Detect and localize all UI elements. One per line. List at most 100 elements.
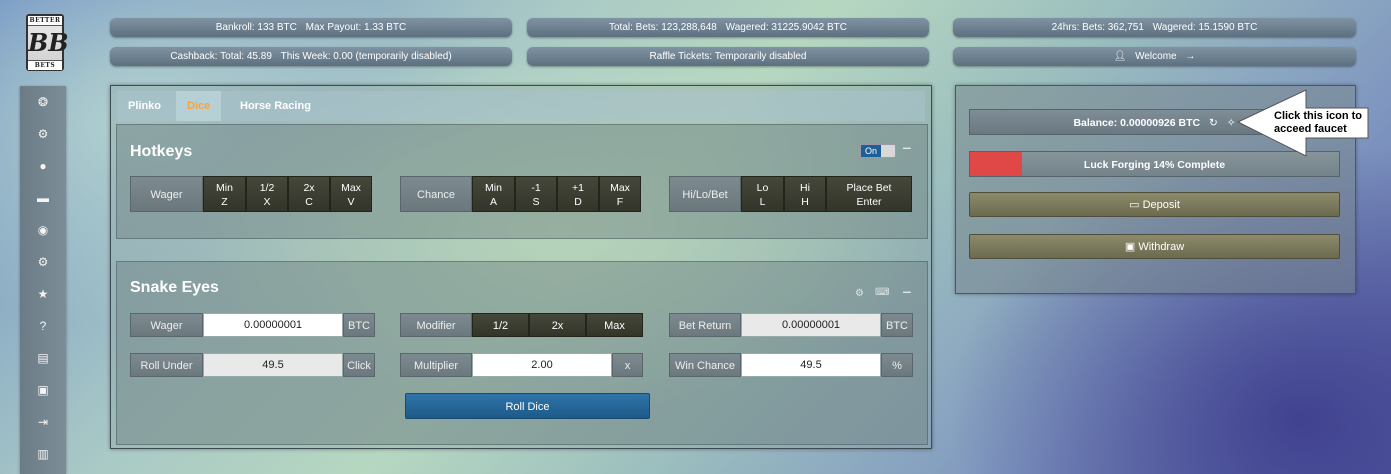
total-stats: Total: Bets: 123,288,648 Wagered: 31225.… [527, 18, 929, 37]
toggle-on-label: On [861, 145, 881, 157]
hotkey-lo[interactable]: Lo L [741, 176, 784, 212]
site-logo[interactable]: BETTER BB BETS [26, 14, 69, 71]
help-icon[interactable]: ? [20, 316, 66, 336]
welcome-label: Welcome [1135, 51, 1177, 62]
cashback-stat: Cashback: Total: 45.89 This Week: 0.00 (… [110, 47, 512, 66]
hotkey-action: 1/2 [259, 182, 275, 194]
ticket-icon[interactable]: ▣ [20, 380, 66, 400]
hotkey-key: C [305, 196, 313, 208]
keyboard-icon[interactable]: ⌨ [875, 287, 889, 298]
user-icon[interactable]: ● [20, 156, 66, 176]
bet-return-input [741, 313, 881, 337]
daily-bets-value: 24hrs: Bets: 362,751 [1051, 22, 1144, 33]
credit-card-icon: ▭ [1129, 199, 1140, 211]
welcome-bar[interactable]: 👤︎ Welcome → [953, 47, 1356, 66]
hotkey-key: V [347, 196, 355, 208]
deposit-button[interactable]: ▭ Deposit [969, 192, 1340, 217]
refresh-icon[interactable]: ↻ [1209, 117, 1218, 129]
user-icon: 👤︎ [1113, 51, 1127, 62]
hotkey-key: L [759, 196, 766, 208]
hotkeys-section: Hotkeys On ‒ Wager Min Z 1/2 X 2x C Max V Ch… [116, 124, 928, 239]
hotkey-action: Hi [800, 182, 810, 194]
hotkeys-toggle[interactable]: On [860, 144, 896, 158]
hotkey-key: S [532, 196, 540, 208]
withdraw-button[interactable]: ▣ Withdraw [969, 234, 1340, 259]
collapse-hotkeys-icon[interactable]: ‒ [903, 139, 911, 155]
games-icon[interactable]: ❂ [20, 92, 66, 112]
hotkey-action: Min [216, 182, 233, 194]
multiplier-input[interactable] [472, 353, 612, 377]
deposit-label: Deposit [1142, 199, 1180, 211]
roll-dice-button[interactable]: Roll Dice [405, 393, 650, 419]
news-icon[interactable]: ▤ [20, 348, 66, 368]
faucet-wand-icon[interactable]: ✧ [1227, 117, 1236, 129]
wager-unit: BTC [343, 313, 375, 337]
hotkey-chance-min[interactable]: Min A [472, 176, 515, 212]
hotkey-key: Z [221, 196, 228, 208]
wager-label: Wager [130, 313, 203, 337]
hotkey-wager-min[interactable]: Min Z [203, 176, 246, 212]
roll-under-input[interactable] [203, 353, 343, 377]
logo-top-text: BETTER [28, 16, 62, 26]
hilo-hotkey-label: Hi/Lo/Bet [669, 176, 741, 212]
settings-cogs-icon[interactable]: ⚙ [855, 288, 864, 299]
hotkey-wager-half[interactable]: 1/2 X [246, 176, 288, 212]
hotkey-action: -1 [531, 182, 541, 194]
gear-icon[interactable]: ⚙ [20, 252, 66, 272]
multiplier-suffix: x [612, 353, 643, 377]
daily-wagered-value: Wagered: 15.1590 BTC [1152, 22, 1258, 33]
chat-icon[interactable]: ▬ [20, 188, 66, 208]
win-chance-label: Win Chance [669, 353, 741, 377]
hotkey-chance-minus[interactable]: -1 S [515, 176, 557, 212]
tab-horse-racing[interactable]: Horse Racing [229, 91, 322, 121]
balance-value: Balance: 0.00000926 BTC [1073, 117, 1201, 129]
wager-input[interactable] [203, 313, 343, 337]
tab-plinko[interactable]: Plinko [117, 91, 172, 121]
left-nav: ❂ ⚙ ● ▬ ◉ ⚙ ★ ? ▤ ▣ ⇥ ▥ [20, 86, 66, 474]
logout-icon[interactable]: ⇥ [20, 412, 66, 432]
tab-dice[interactable]: Dice [176, 91, 222, 121]
book-icon[interactable]: ▥ [20, 444, 66, 464]
modifier-label: Modifier [400, 313, 472, 337]
total-wagered-value: Wagered: 31225.9042 BTC [725, 22, 847, 33]
hotkey-chance-max[interactable]: Max F [599, 176, 641, 212]
win-chance-suffix: % [881, 353, 913, 377]
daily-stats: 24hrs: Bets: 362,751 Wagered: 15.1590 BT… [953, 18, 1356, 37]
hotkey-action: Max [610, 182, 630, 194]
total-bets-value: Total: Bets: 123,288,648 [608, 22, 717, 33]
modifier-half-button[interactable]: 1/2 [472, 313, 529, 337]
hotkey-key: H [801, 196, 809, 208]
settings-cogs-icon[interactable]: ⚙ [20, 124, 66, 144]
luck-progress-fill [970, 152, 1022, 176]
hotkey-place-bet[interactable]: Place Bet Enter [826, 176, 912, 212]
hotkey-wager-double[interactable]: 2x C [288, 176, 330, 212]
cashback-week-value: This Week: 0.00 (temporarily disabled) [280, 51, 452, 62]
roll-under-toggle-button[interactable]: Click [343, 353, 375, 377]
hotkey-hi[interactable]: Hi H [784, 176, 826, 212]
callout-text: Click this icon to acceed faucet [1274, 110, 1363, 135]
hotkey-key: F [616, 196, 624, 208]
hotkey-key: A [489, 196, 497, 208]
hidden-eye-icon[interactable]: ◉ [20, 220, 66, 240]
collapse-game-icon[interactable]: ‒ [903, 283, 911, 299]
hotkey-chance-plus[interactable]: +1 D [557, 176, 599, 212]
trophy-icon[interactable]: ★ [20, 284, 66, 304]
hotkey-key: D [574, 196, 582, 208]
modifier-double-button[interactable]: 2x [529, 313, 586, 337]
hotkey-key: X [263, 196, 271, 208]
withdraw-label: Withdraw [1138, 241, 1185, 253]
logo-monogram: BB [28, 28, 69, 57]
max-payout-value: Max Payout: 1.33 BTC [305, 22, 407, 33]
hotkey-wager-max[interactable]: Max V [330, 176, 372, 212]
bet-return-unit: BTC [881, 313, 913, 337]
win-chance-input[interactable] [741, 353, 881, 377]
modifier-max-button[interactable]: Max [586, 313, 643, 337]
bankroll-value: Bankroll: 133 BTC [215, 22, 297, 33]
hotkey-action: Lo [756, 182, 769, 194]
raffle-stat: Raffle Tickets: Temporarily disabled [527, 47, 929, 66]
game-panel: Plinko Dice Horse Racing Hotkeys On ‒ Wa… [110, 85, 932, 449]
cashback-total-value: Cashback: Total: 45.89 [170, 51, 272, 62]
bankroll-stat: Bankroll: 133 BTC Max Payout: 1.33 BTC [110, 18, 512, 37]
logout-icon[interactable]: → [1185, 51, 1195, 62]
chance-hotkey-label: Chance [400, 176, 472, 212]
